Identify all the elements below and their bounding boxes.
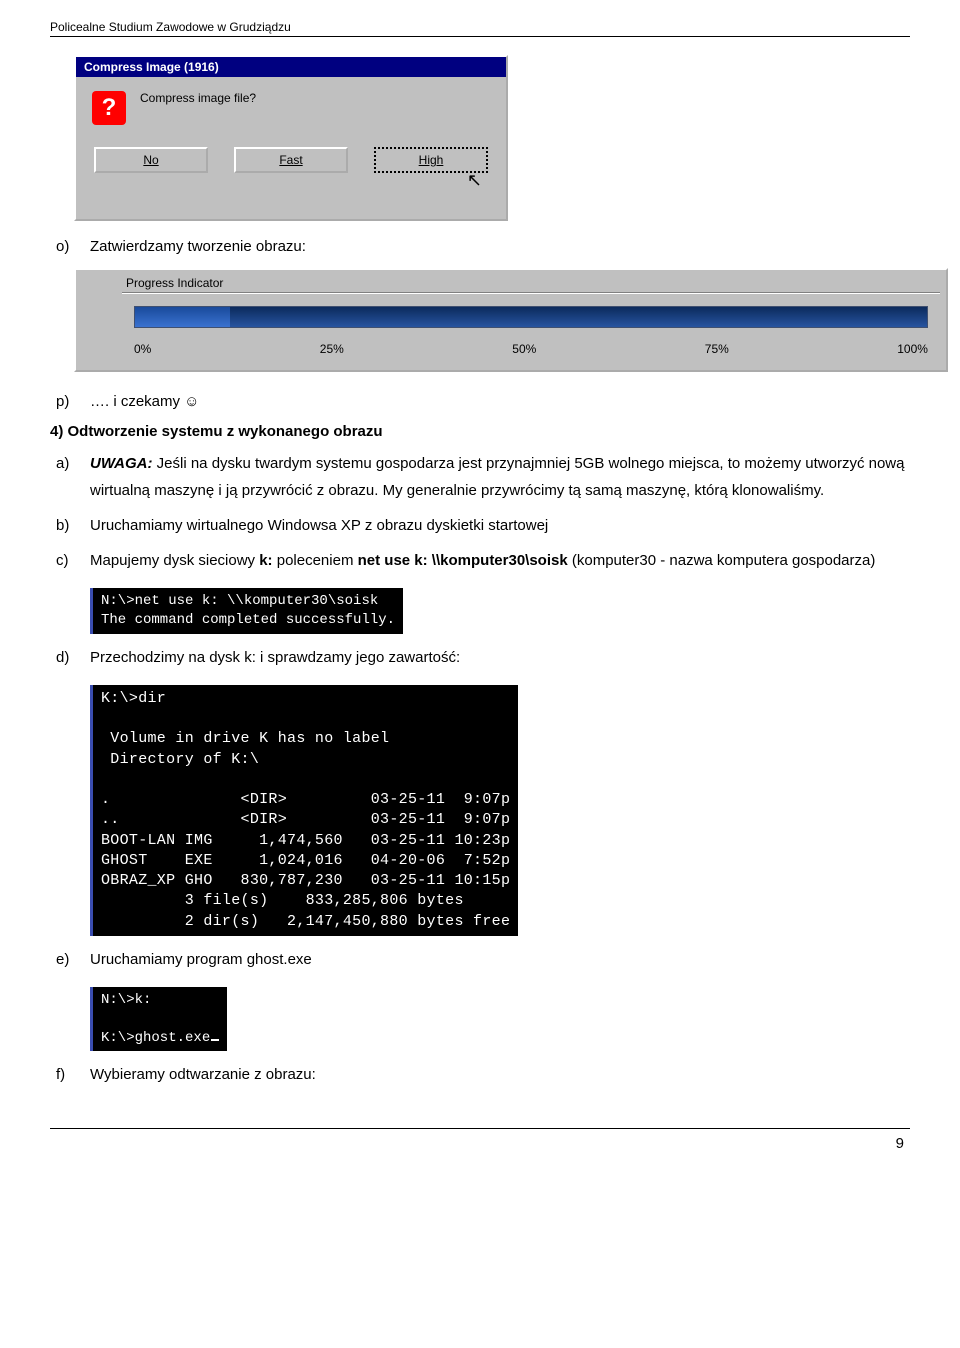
page-number: 9 bbox=[50, 1128, 910, 1152]
warning-label: UWAGA: bbox=[90, 455, 153, 472]
list-item-text: Zatwierdzamy tworzenie obrazu: bbox=[90, 233, 910, 260]
page-header: Policealne Studium Zawodowe w Grudziądzu bbox=[50, 20, 910, 37]
progress-bar bbox=[134, 306, 928, 328]
section-heading: 4) Odtworzenie systemu z wykonanego obra… bbox=[50, 423, 910, 440]
compress-dialog: Compress Image (1916) ? Compress image f… bbox=[74, 55, 508, 221]
list-marker: b) bbox=[50, 512, 90, 539]
list-item-text: Uruchamiamy wirtualnego Windowsa XP z ob… bbox=[90, 512, 910, 539]
tick-label: 75% bbox=[705, 342, 729, 356]
console-netuse: N:\>net use k: \\komputer30\soisk The co… bbox=[90, 588, 403, 634]
tick-label: 0% bbox=[134, 342, 151, 356]
list-marker: a) bbox=[50, 450, 90, 504]
high-button[interactable]: High bbox=[374, 147, 488, 173]
list-item-text: UWAGA: Jeśli na dysku twardym systemu go… bbox=[90, 450, 910, 504]
console-ghost: N:\>k: K:\>ghost.exe bbox=[90, 987, 227, 1052]
no-button[interactable]: No bbox=[94, 147, 208, 173]
list-marker: f) bbox=[50, 1061, 90, 1088]
question-icon: ? bbox=[92, 91, 126, 125]
progress-title: Progress Indicator bbox=[116, 270, 946, 292]
list-item-text: Przechodzimy na dysk k: i sprawdzamy jeg… bbox=[90, 644, 910, 671]
list-marker: c) bbox=[50, 547, 90, 574]
dialog-message: Compress image file? bbox=[140, 91, 256, 105]
list-marker: e) bbox=[50, 946, 90, 973]
tick-label: 100% bbox=[897, 342, 928, 356]
list-item-text: …. i czekamy ☺ bbox=[90, 388, 910, 415]
list-item-text: Wybieramy odtwarzanie z obrazu: bbox=[90, 1061, 910, 1088]
dialog-title: Compress Image (1916) bbox=[76, 57, 506, 77]
tick-label: 50% bbox=[512, 342, 536, 356]
list-item-text: Uruchamiamy program ghost.exe bbox=[90, 946, 910, 973]
console-dir: K:\>dir Volume in drive K has no label D… bbox=[90, 685, 518, 936]
tick-label: 25% bbox=[320, 342, 344, 356]
progress-panel: Progress Indicator 0% 25% 50% 75% 100% bbox=[74, 268, 948, 372]
list-marker: d) bbox=[50, 644, 90, 671]
list-item-text: Mapujemy dysk sieciowy k: poleceniem net… bbox=[90, 547, 910, 574]
list-marker: o) bbox=[50, 233, 90, 260]
fast-button[interactable]: Fast bbox=[234, 147, 348, 173]
list-marker: p) bbox=[50, 388, 90, 415]
